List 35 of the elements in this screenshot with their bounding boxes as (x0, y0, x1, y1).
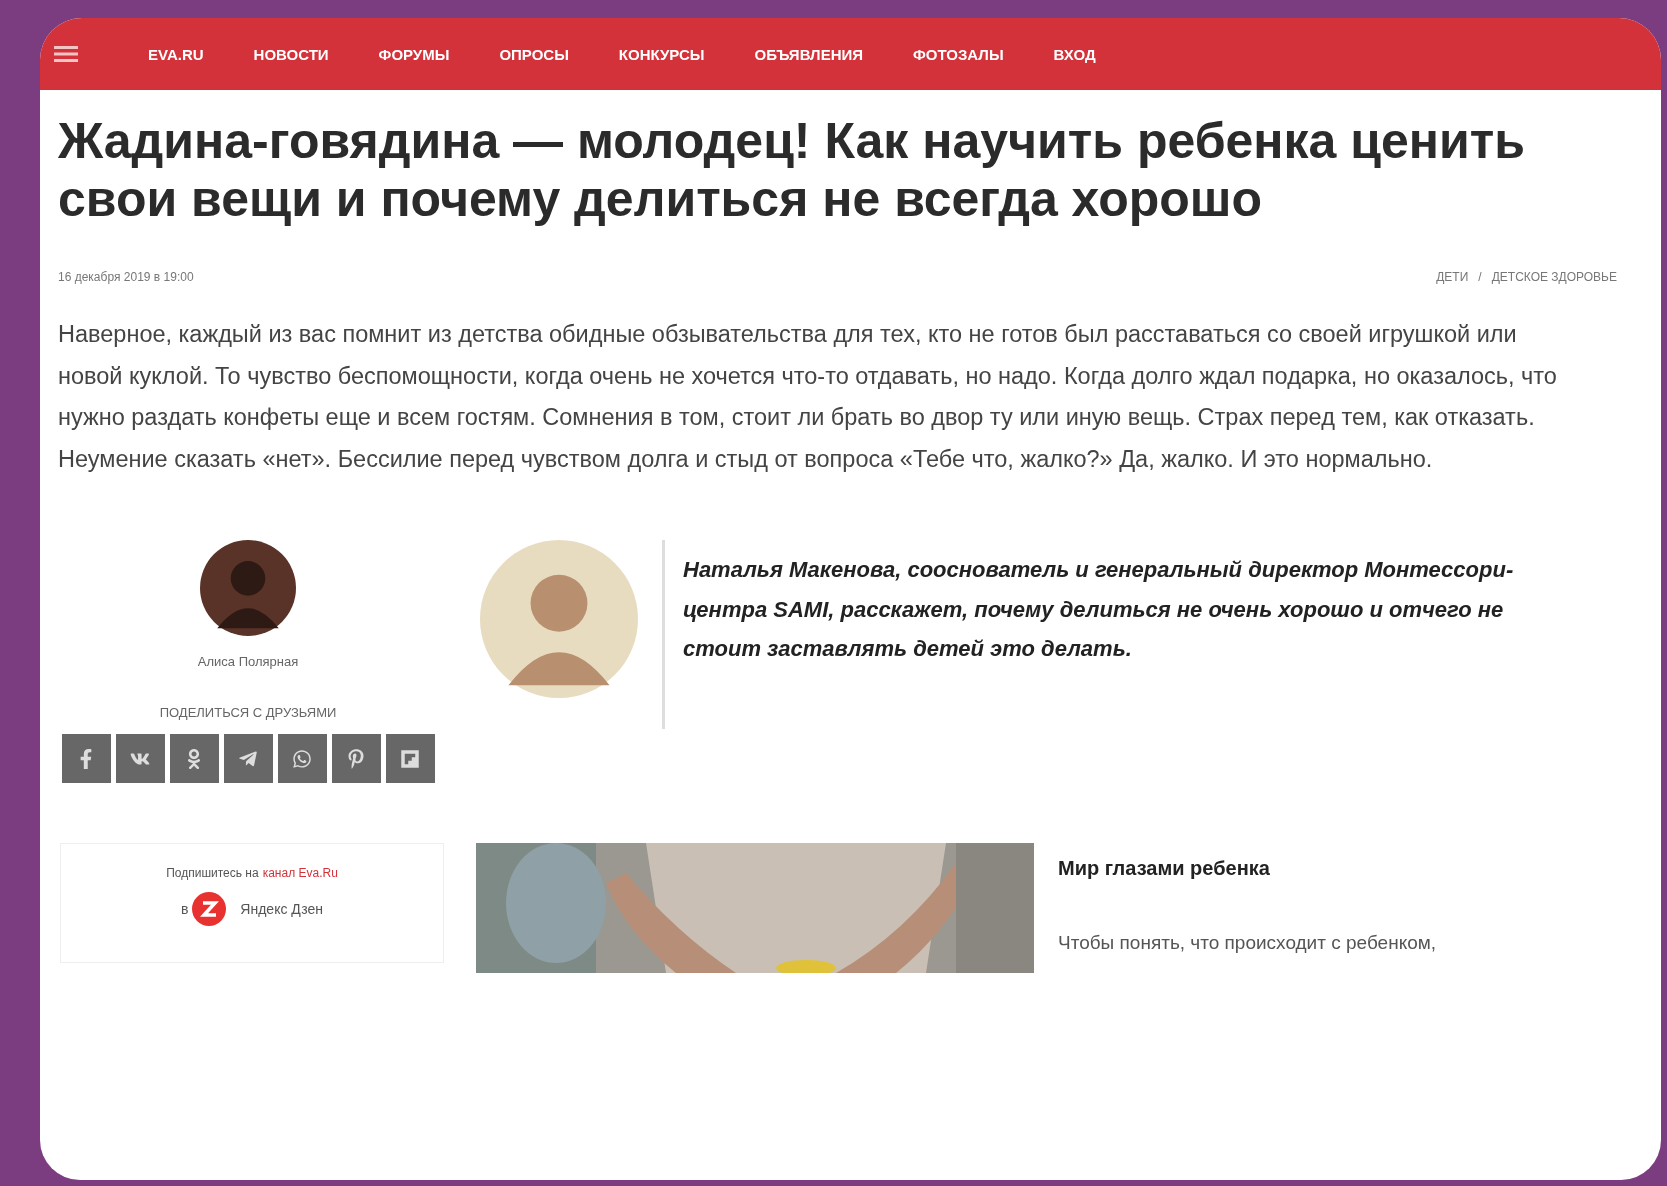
category-separator: / (1478, 270, 1482, 284)
publish-date: 16 декабря 2019 в 19:00 (58, 270, 194, 284)
subscribe-text: Подпишитесь на (166, 866, 259, 880)
category-link[interactable]: ДЕТСКОЕ ЗДОРОВЬЕ (1491, 270, 1617, 284)
share-button[interactable] (385, 734, 435, 783)
share-button[interactable] (331, 734, 381, 783)
related-title[interactable]: Мир глазами ребенка (1058, 857, 1437, 880)
share-label: ПОДЕЛИТЬСЯ С ДРУЗЬЯМИ (159, 705, 337, 720)
share-button[interactable] (223, 734, 273, 783)
nav-link[interactable]: EVA.RU (148, 45, 204, 63)
nav-link[interactable]: ФОТОЗАЛЫ (913, 45, 1004, 63)
author-name: Алиса Полярная (197, 654, 299, 669)
nav-link[interactable]: ФОРУМЫ (378, 45, 450, 63)
nav-link[interactable]: ОПРОСЫ (499, 45, 569, 63)
expert-quote: Наталья Макенова, сооснователь и генеральный директор Монтессори-центра SAMI, расскажет, почему делиться не очень хорошо и отчего не стоит заставлять детей это делать. (662, 540, 1543, 729)
nav-link[interactable]: КОНКУРСЫ (618, 45, 705, 63)
flip-icon (400, 748, 420, 769)
share-button[interactable] (277, 734, 327, 783)
category-link[interactable]: ДЕТИ (1436, 270, 1469, 284)
nav-link[interactable]: НОВОСТИ (253, 45, 329, 63)
nav-link[interactable]: ОБЪЯВЛЕНИЯ (754, 45, 864, 63)
subscribe-prefix: в (180, 901, 189, 917)
phone-bubble-icon (292, 748, 312, 769)
z-logo-icon (192, 892, 227, 926)
share-button[interactable] (169, 734, 219, 783)
share-button[interactable] (115, 734, 165, 783)
related-text: Чтобы понять, что происходит с ребенком, (1058, 932, 1437, 954)
nav-link[interactable]: ВХОД (1053, 45, 1096, 63)
lead-paragraph: Наверное, каждый из вас помнит из детства обидные обзывательства для тех, кто не готов был расставаться со своей игрушкой или новой куклой. То чувство беспомощности, когда очень не хочется что-то отдавать, но надо. Когда долго ждал подарка, но оказалось, что нужно раздать конфеты еще и всем гостям. Сомнения в том, стоит ли брать во двор ту или иную вещь. Страх перед тем, как отказать. Неумение сказать «нет». Бессилие перед чувством долга и стыд от вопроса «Тебе что, жалко?» Да, жалко. И это нормально. (58, 320, 1558, 474)
article-title: Жадина-говядина — молодец! Как научить ребенка ценить свои вещи и почему делиться не всегда хорошо (58, 112, 1526, 228)
menu-icon[interactable] (54, 44, 78, 64)
channel-link[interactable]: канал Eva.Ru (262, 866, 338, 880)
service-name: Яндекс Дзен (240, 901, 324, 917)
p-letter-icon (346, 748, 366, 769)
share-button[interactable] (61, 734, 111, 783)
